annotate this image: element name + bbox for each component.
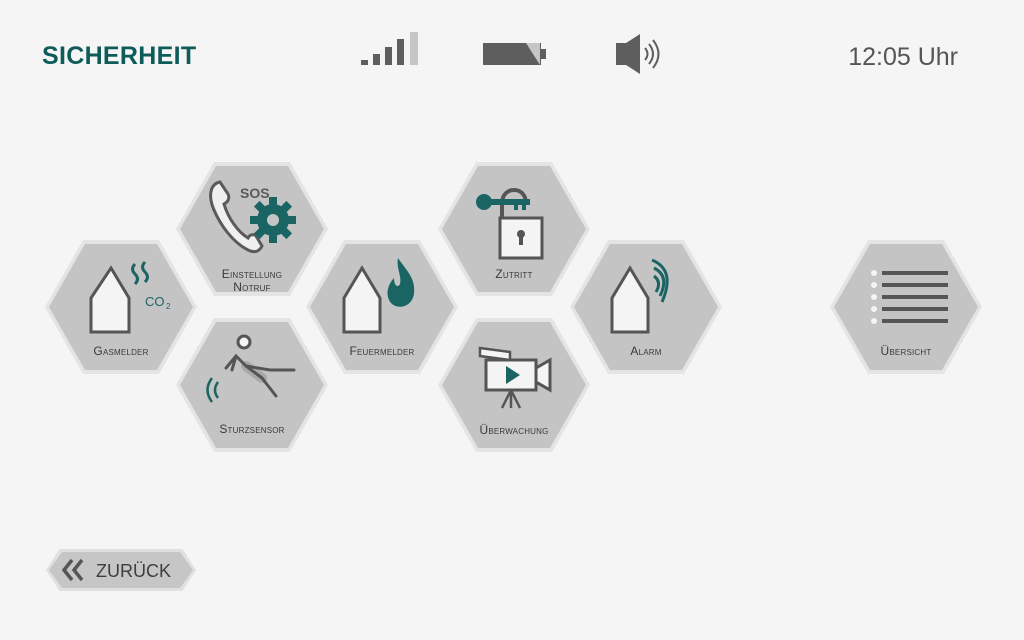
clock: 12:05 Uhr [848,43,958,71]
tile-label: Übersicht [880,344,932,358]
tile-sturzsensor[interactable]: Sturzsensor [176,318,328,452]
svg-text:CO: CO [145,294,165,309]
tile-alarm[interactable]: Alarm [570,240,722,374]
tile-label-2: Notruf [233,280,271,294]
tile-uebersicht[interactable]: Übersicht [830,240,982,374]
svg-text:2: 2 [166,302,171,311]
tile-label: Zutritt [495,267,533,281]
signal-icon [360,30,422,73]
back-button[interactable]: ZURÜCK [46,549,196,591]
tile-label: Alarm [630,344,662,358]
tile-feuermelder[interactable]: Feuermelder [306,240,458,374]
tile-zutritt[interactable]: Zutritt [438,162,590,296]
back-button-label: ZURÜCK [96,561,171,581]
page-title: SICHERHEIT [42,42,197,70]
double-chevron-left-icon [61,558,84,582]
volume-icon[interactable] [614,34,668,81]
battery-icon [482,40,548,73]
tile-label: Gasmelder [93,344,149,358]
tile-einstellung-notruf[interactable]: SOS Einstellung Notruf [176,162,328,296]
tile-label: Sturzsensor [219,422,285,436]
tile-label: Überwachung [479,423,549,437]
tile-ueberwachung[interactable]: Überwachung [438,318,590,452]
svg-text:SOS: SOS [240,185,270,201]
tile-label: Feuermelder [349,344,415,358]
tile-gasmelder[interactable]: CO 2 Gasmelder [45,240,197,374]
